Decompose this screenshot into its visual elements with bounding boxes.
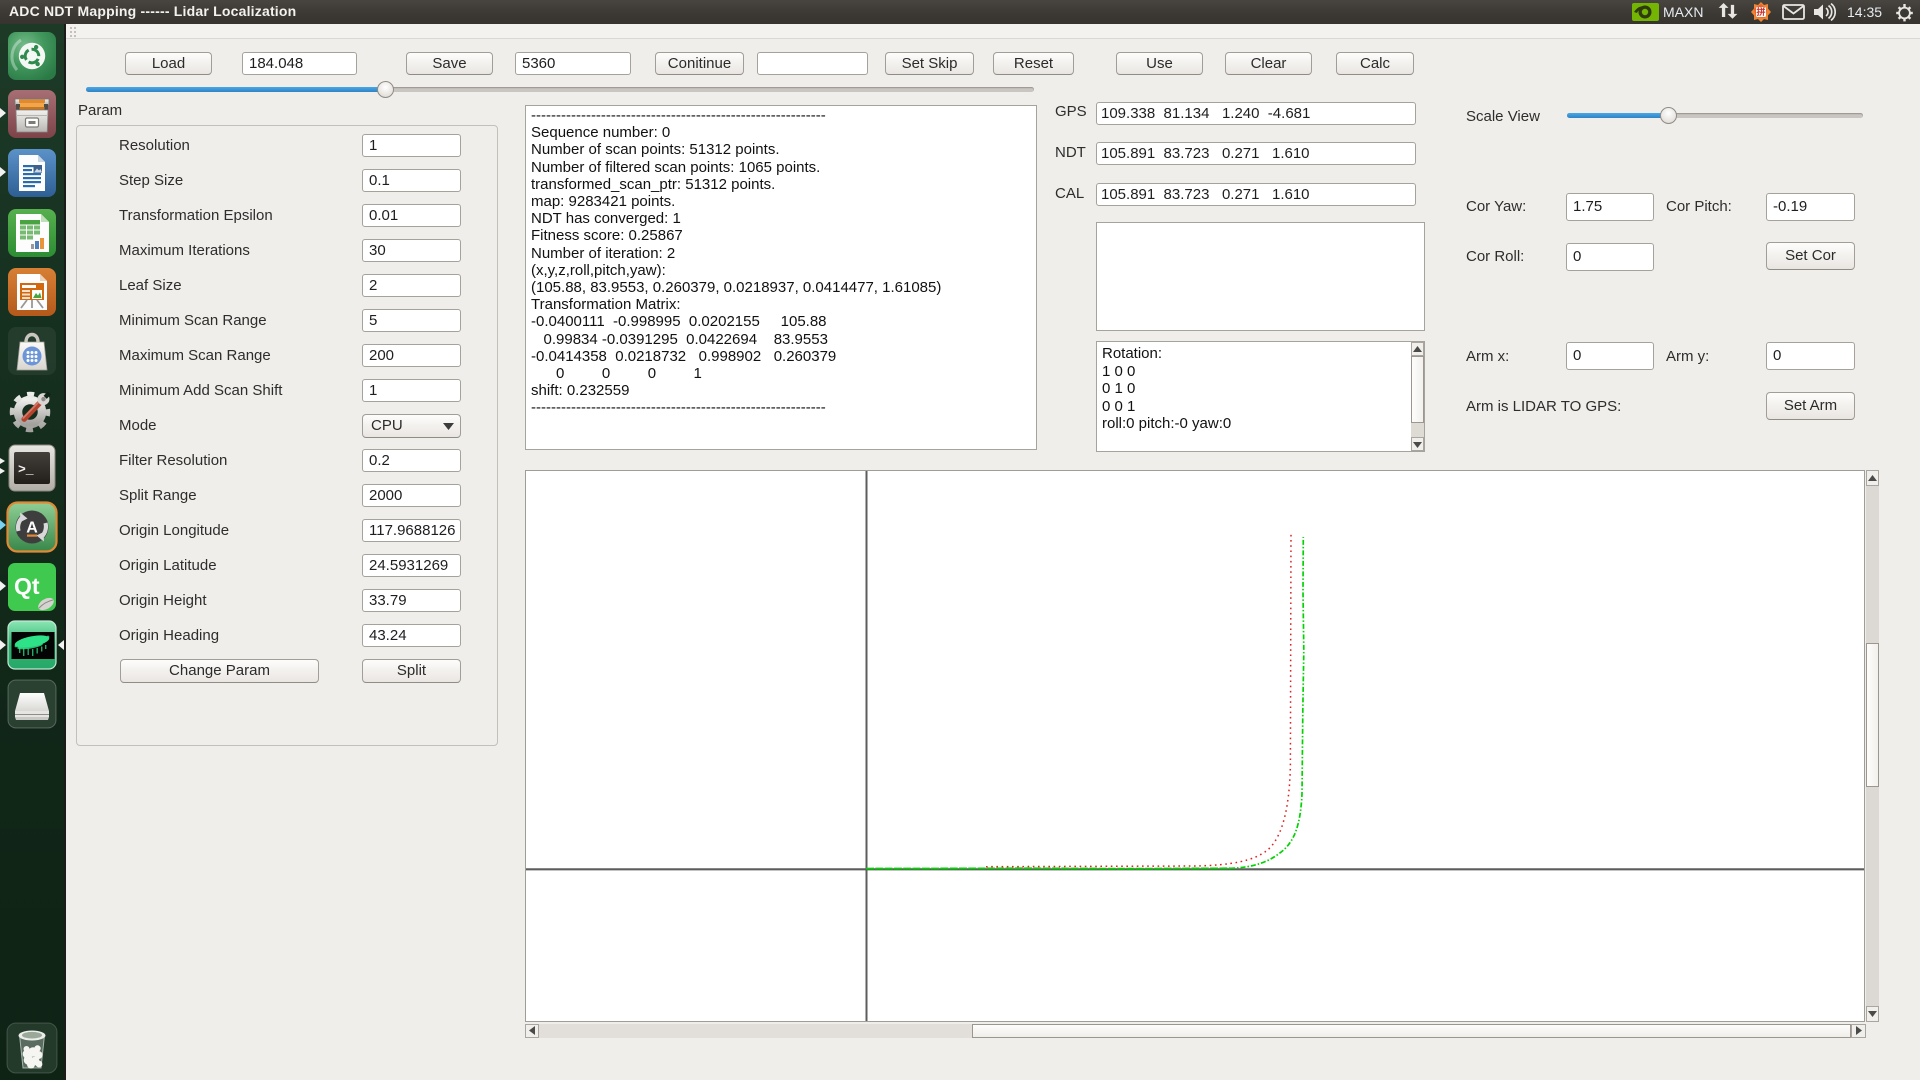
svg-text:A: A [26,520,38,537]
svg-text:拼: 拼 [1756,6,1765,17]
svg-text:Qt: Qt [14,573,40,599]
svg-text:>_: >_ [18,462,34,477]
